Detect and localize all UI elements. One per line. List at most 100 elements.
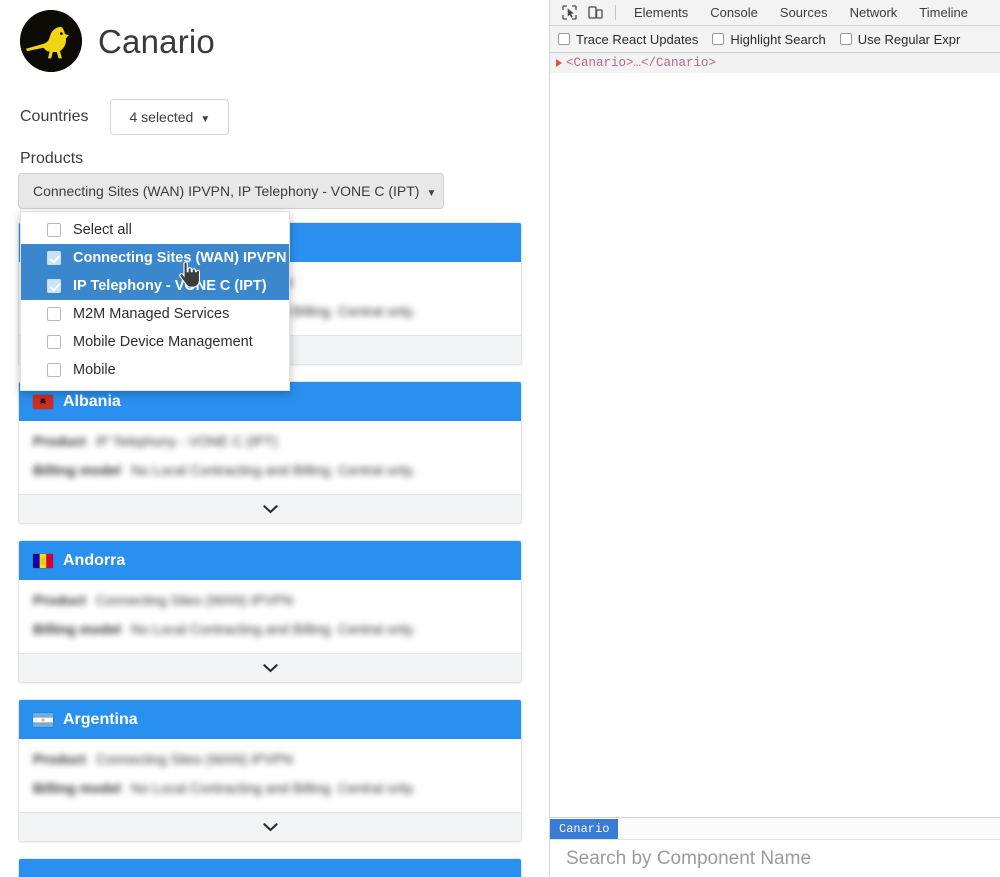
dropdown-item-mobile[interactable]: Mobile <box>21 356 289 384</box>
dropdown-item-label: IP Telephony - VONE C (IPT) <box>73 278 267 294</box>
flag-andorra-icon <box>33 553 53 568</box>
dropdown-item-label: Mobile Device Management <box>73 334 253 350</box>
chevron-down-icon <box>262 822 278 831</box>
billing-line: Billing model No Local Contracting and B… <box>33 621 507 637</box>
country-card: Andorra Product Connecting Sites (WAN) I… <box>18 540 522 683</box>
country-card-body: Product Connecting Sites (WAN) IPVPN Bil… <box>19 739 521 812</box>
component-search-bar[interactable] <box>550 839 1000 877</box>
product-value: IP Telephony - VONE C (IPT) <box>95 433 278 449</box>
option-use-regular-expression[interactable]: Use Regular Expr <box>839 31 961 47</box>
product-key: Product <box>33 751 86 767</box>
products-select-button[interactable]: Connecting Sites (WAN) IPVPN, IP Telepho… <box>18 173 444 209</box>
product-line: Product Connecting Sites (WAN) IPVPN <box>33 592 507 608</box>
canary-bird-logo-icon <box>20 10 82 72</box>
app-header: Canario <box>20 10 215 72</box>
checkbox-icon[interactable] <box>839 33 852 45</box>
option-label: Highlight Search <box>730 31 826 47</box>
billing-key: Billing model <box>33 621 121 637</box>
checkbox-icon[interactable] <box>558 33 570 45</box>
countries-select-value: 4 selected <box>129 109 194 125</box>
devtools-tab-timeline[interactable]: Timeline <box>908 5 979 20</box>
country-card-header[interactable]: Andorra <box>19 541 521 580</box>
toolbar-divider <box>615 5 616 20</box>
option-trace-react-updates[interactable]: Trace React Updates <box>558 32 698 47</box>
dropdown-item-m2m-managed-services[interactable]: M2M Managed Services <box>21 300 289 328</box>
checkbox-icon[interactable] <box>712 33 725 45</box>
chevron-down-icon: ▼ <box>200 114 211 125</box>
checkbox-checked-icon[interactable] <box>47 251 61 265</box>
billing-key: Billing model <box>33 462 121 478</box>
devtools-options-bar: Trace React Updates Highlight Search Use… <box>550 26 1000 53</box>
component-tree-area <box>550 73 1000 773</box>
dropdown-item-ip-telephony-vone-c-ipt[interactable]: IP Telephony - VONE C (IPT) <box>21 272 289 300</box>
dropdown-item-select-all[interactable]: Select all <box>21 216 289 244</box>
app-pane: Canario Countries 4 selected ▼ Products C… <box>0 0 550 877</box>
devtools-tab-network[interactable]: Network <box>839 5 909 20</box>
products-dropdown-menu: Select all Connecting Sites (WAN) IPVPN … <box>20 211 290 391</box>
expand-card-button[interactable] <box>19 812 521 841</box>
app-title: Canario <box>98 22 215 60</box>
product-line: Product IP Telephony - VONE C (IPT) <box>33 433 507 449</box>
billing-value: No Local Contracting and Billing. Centra… <box>130 780 416 796</box>
product-key: Product <box>33 592 86 608</box>
devtools-tab-elements[interactable]: Elements <box>623 5 699 20</box>
country-card: Albania Product IP Telephony - VONE C (I… <box>18 381 522 524</box>
checkbox-checked-icon[interactable] <box>47 279 61 293</box>
dropdown-item-mobile-device-management[interactable]: Mobile Device Management <box>21 328 289 356</box>
triangle-right-icon[interactable] <box>556 59 562 67</box>
country-card-body: Product Connecting Sites (WAN) IPVPN Bil… <box>19 580 521 653</box>
device-toolbar-icon[interactable] <box>582 0 608 26</box>
countries-label: Countries <box>20 108 89 125</box>
checkbox-icon[interactable] <box>47 363 61 377</box>
checkbox-icon[interactable] <box>47 335 61 349</box>
dropdown-item-label: M2M Managed Services <box>73 306 230 322</box>
country-card-header[interactable]: Argentina <box>19 700 521 739</box>
country-name: Andorra <box>63 551 126 569</box>
expand-card-button[interactable] <box>19 653 521 682</box>
breadcrumb: Canario <box>550 817 1000 839</box>
screen: Canario Countries 4 selected ▼ Products C… <box>0 0 1000 877</box>
devtools-toolbar: Elements Console Sources Network Timelin… <box>550 0 1000 26</box>
billing-value: No Local Contracting and Billing. Centra… <box>130 462 416 478</box>
billing-line: Billing model No Local Contracting and B… <box>33 780 507 796</box>
flag-argentina-icon <box>33 712 53 727</box>
country-card-next <box>18 858 522 877</box>
product-line: Product Connecting Sites (WAN) IPVPN <box>33 751 507 767</box>
option-label: Use Regular Expr <box>857 31 961 47</box>
country-card: Argentina Product Connecting Sites (WAN)… <box>18 699 522 842</box>
inspect-element-icon[interactable] <box>556 0 582 26</box>
checkbox-icon[interactable] <box>47 223 61 237</box>
products-select-value: Connecting Sites (WAN) IPVPN, IP Telepho… <box>33 183 420 199</box>
flag-albania-icon <box>33 394 53 409</box>
country-name: Argentina <box>63 710 138 728</box>
country-card-body: Product IP Telephony - VONE C (IPT) Bill… <box>19 421 521 494</box>
devtools-tab-sources[interactable]: Sources <box>769 5 839 20</box>
dropdown-item-label: Mobile <box>73 362 116 378</box>
chevron-down-icon: ▼ <box>426 188 437 199</box>
component-tree-node-canario[interactable]: <Canario>…</Canario> <box>550 53 1000 73</box>
expand-card-button[interactable] <box>19 494 521 523</box>
product-key: Product <box>33 433 86 449</box>
dropdown-item-label: Connecting Sites (WAN) IPVPN <box>73 250 287 266</box>
option-label: Trace React Updates <box>576 31 699 47</box>
option-highlight-search[interactable]: Highlight Search <box>712 31 826 47</box>
products-label: Products <box>20 150 84 167</box>
checkbox-icon[interactable] <box>47 307 61 321</box>
dropdown-item-connecting-sites-wan-ipvpn[interactable]: Connecting Sites (WAN) IPVPN <box>21 244 289 272</box>
country-card-header[interactable] <box>19 859 521 877</box>
billing-line: Billing model No Local Contracting and B… <box>33 462 507 478</box>
product-value: Connecting Sites (WAN) IPVPN <box>95 592 293 608</box>
chevron-down-icon <box>262 663 278 672</box>
dropdown-item-label: Select all <box>73 222 132 238</box>
billing-value: No Local Contracting and Billing. Centra… <box>130 621 416 637</box>
devtools-pane: Elements Console Sources Network Timelin… <box>550 0 1000 877</box>
billing-key: Billing model <box>33 780 121 796</box>
country-name: Albania <box>63 392 121 410</box>
devtools-tab-console[interactable]: Console <box>699 5 769 20</box>
chevron-down-icon <box>262 504 278 513</box>
product-value: Connecting Sites (WAN) IPVPN <box>95 751 293 767</box>
countries-filter-row: Countries 4 selected ▼ <box>20 99 230 135</box>
countries-select-button[interactable]: 4 selected ▼ <box>110 99 230 135</box>
breadcrumb-item-canario[interactable]: Canario <box>550 818 619 839</box>
search-input[interactable] <box>564 846 986 871</box>
